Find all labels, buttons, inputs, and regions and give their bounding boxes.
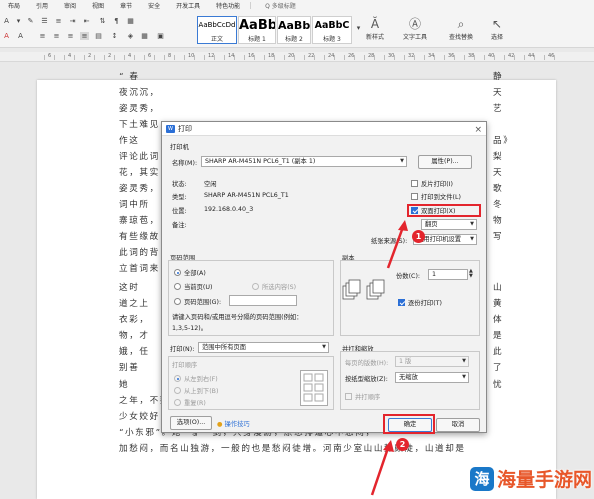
callout-1: 1 [412,230,425,243]
callout-2: 2 [396,438,409,451]
arrow-head-duplex [398,220,408,231]
arrow-head-ok [383,440,394,452]
watermark-text: 海量手游网 [497,469,593,491]
watermark-logo: 海 [470,466,494,491]
watermark: 海 海量手游网 [470,462,592,495]
arrow-to-duplex [386,226,405,269]
arrow-to-ok [370,447,390,496]
annotation-arrows [370,220,408,496]
